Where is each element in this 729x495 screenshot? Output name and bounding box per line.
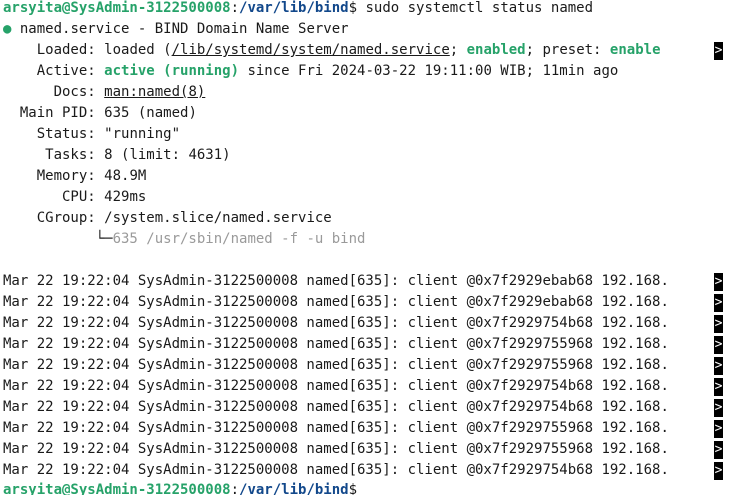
prompt-user-host: arsyita@SysAdmin-3122500008 [3,0,231,16]
cgroup-label: CGroup: [3,210,105,226]
log-line: Mar 22 19:22:04 SysAdmin-3122500008 name… [3,357,669,373]
log-line: Mar 22 19:22:04 SysAdmin-3122500008 name… [3,315,669,331]
loaded-preset: enable [609,42,661,58]
truncation-marker: > [714,273,723,291]
tasks-line: Tasks: 8 (limit: 4631) [3,145,231,166]
truncation-marker: > [714,357,723,375]
prompt-dollar: $ [348,0,358,16]
truncation-marker: > [714,42,723,60]
status-label: Status: [3,126,105,142]
prompt-path: /var/lib/bind [239,0,349,16]
cgroup-value: /system.slice/named.service [104,210,332,226]
cgroup-process: 635 /usr/sbin/named -f -u bind [112,231,366,247]
prompt-user-host: arsyita@SysAdmin-3122500008 [3,482,231,495]
cpu-value: 429ms [104,189,147,205]
command-text: sudo systemctl status named [357,0,594,16]
terminal-window[interactable]: arsyita@SysAdmin-3122500008:/var/lib/bin… [0,0,729,495]
loaded-value-a: loaded ( [104,42,172,58]
cgroup-line: CGroup: /system.slice/named.service [3,208,332,229]
pid-value: 635 (named) [104,105,197,121]
truncation-marker: > [714,315,723,333]
log-line: Mar 22 19:22:04 SysAdmin-3122500008 name… [3,273,669,289]
pid-line: Main PID: 635 (named) [3,103,197,124]
truncation-marker: > [714,336,723,354]
log-line: Mar 22 19:22:04 SysAdmin-3122500008 name… [3,294,669,310]
memory-label: Memory: [3,168,105,184]
truncation-marker: > [714,420,723,438]
truncation-marker: > [714,294,723,312]
loaded-value-c: ; preset: [525,42,610,58]
prompt-path: /var/lib/bind [239,482,349,495]
log-line: Mar 22 19:22:04 SysAdmin-3122500008 name… [3,399,669,415]
cpu-label: CPU: [3,189,105,205]
active-line: Active: active (running) since Fri 2024-… [3,61,619,82]
log-line: Mar 22 19:22:04 SysAdmin-3122500008 name… [3,336,669,352]
truncation-marker: > [714,399,723,417]
active-label: Active: [3,63,105,79]
loaded-unit-path: /lib/systemd/system/named.service [171,42,450,58]
prompt-separator: : [230,0,240,16]
truncation-marker: > [714,462,723,480]
docs-label: Docs: [3,84,105,100]
unit-title-line: ● named.service - BIND Domain Name Serve… [3,19,349,40]
tree-branch-icon: └─ [3,231,113,247]
unit-title: named.service - BIND Domain Name Server [11,21,349,37]
docs-link[interactable]: man:named(8) [104,84,205,100]
tasks-value: 8 (limit: 4631) [104,147,231,163]
loaded-enabled: enabled [466,42,526,58]
status-value: "running" [104,126,181,142]
docs-line: Docs: man:named(8) [3,82,206,103]
tasks-label: Tasks: [3,147,105,163]
status-line: Status: "running" [3,124,180,145]
prompt-dollar: $ [348,482,358,495]
log-line: Mar 22 19:22:04 SysAdmin-3122500008 name… [3,420,669,436]
log-line: Mar 22 19:22:04 SysAdmin-3122500008 name… [3,378,669,394]
active-state: active (running) [104,63,240,79]
prompt-line-bottom: arsyita@SysAdmin-3122500008:/var/lib/bin… [3,480,357,495]
cpu-line: CPU: 429ms [3,187,146,208]
truncation-marker: > [714,378,723,396]
active-since: since Fri 2024-03-22 19:11:00 WIB; 11min… [239,63,619,79]
memory-value: 48.9M [104,168,147,184]
log-line: Mar 22 19:22:04 SysAdmin-3122500008 name… [3,462,669,478]
prompt-separator: : [230,482,240,495]
truncation-marker: > [714,441,723,459]
loaded-label: Loaded: [3,42,105,58]
log-line: Mar 22 19:22:04 SysAdmin-3122500008 name… [3,441,669,457]
pid-label: Main PID: [3,105,105,121]
memory-line: Memory: 48.9M [3,166,147,187]
loaded-value-b: ; [449,42,467,58]
loaded-line: Loaded: loaded (/lib/systemd/system/name… [3,40,661,61]
prompt-line-top: arsyita@SysAdmin-3122500008:/var/lib/bin… [3,0,593,19]
cgroup-process-line: └─635 /usr/sbin/named -f -u bind [3,229,366,250]
